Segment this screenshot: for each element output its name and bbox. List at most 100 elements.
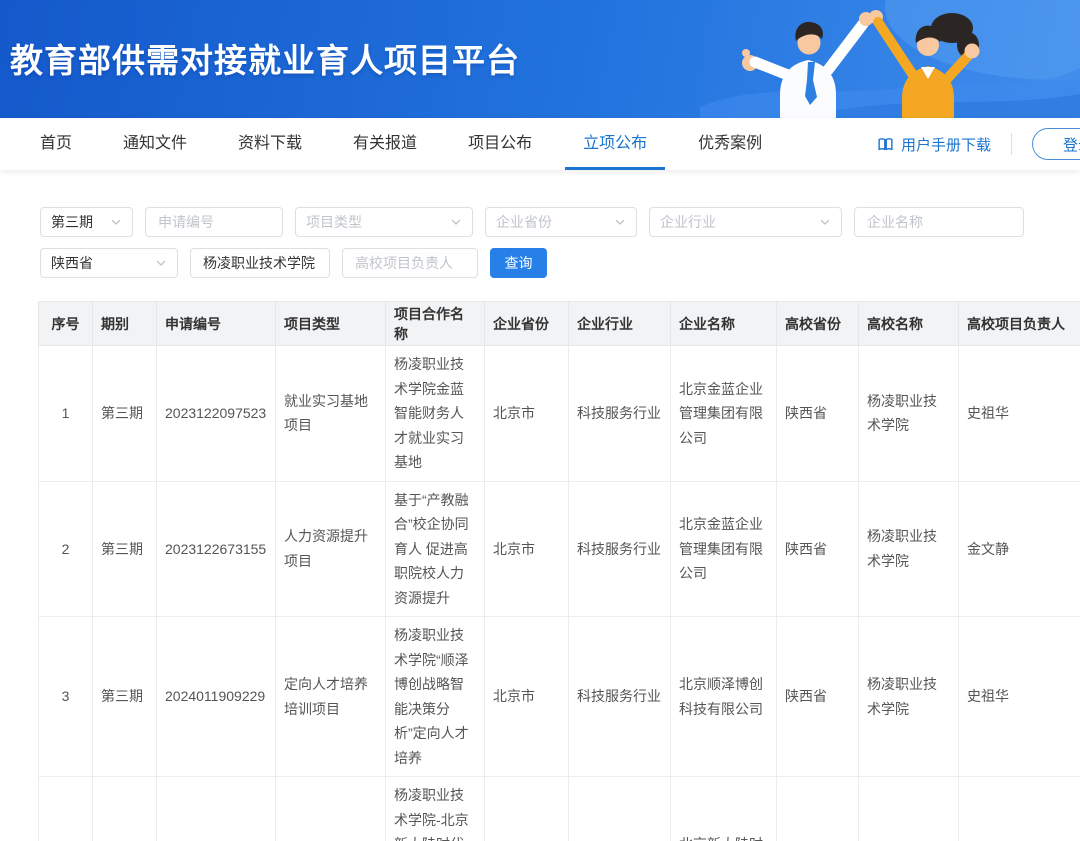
column-header: 企业名称: [671, 302, 777, 346]
table-cell: 北京市: [485, 346, 569, 482]
nav-item-approval-announce[interactable]: 立项公布: [583, 118, 647, 170]
chevron-down-icon: [614, 216, 626, 228]
results-table: 序号期别申请编号项目类型项目合作名称企业省份企业行业企业名称高校省份高校名称高校…: [38, 301, 1080, 841]
table-cell: 杨凌职业技术学院: [859, 481, 959, 617]
column-header: 高校项目负责人: [959, 302, 1080, 346]
table-cell: 杨凌职业技术学院: [859, 346, 959, 482]
main-nav: 首页 通知文件 资料下载 有关报道 项目公布 立项公布 优秀案例 用户手册下载 …: [0, 118, 1080, 170]
chevron-down-icon: [819, 216, 831, 228]
table-cell: 陕西省: [777, 777, 859, 841]
login-button[interactable]: 登录: [1032, 128, 1080, 160]
highfive-illustration: [700, 0, 1080, 118]
table-cell: 2024011909229: [157, 617, 276, 777]
school-name-input[interactable]: [190, 248, 330, 278]
table-cell: 陕西省: [777, 346, 859, 482]
company-industry-placeholder: 企业行业: [660, 212, 716, 232]
table-cell: 定向人才培养培训项目: [276, 617, 386, 777]
table-cell: 杨凌职业技术学院-北京新大陆时代科技有限公司物联网及人工智能方向人才培养: [386, 777, 485, 841]
table-cell: 北京市: [485, 481, 569, 617]
table-cell: 杨凌职业技术学院: [859, 777, 959, 841]
header-banner: 教育部供需对接就业育人项目平台: [0, 0, 1080, 118]
company-name-input[interactable]: [854, 207, 1024, 237]
nav-right-actions: 用户手册下载 登录: [877, 128, 1080, 160]
cell-index: 4: [39, 777, 93, 841]
table-cell: 人力资源提升项目: [276, 481, 386, 617]
table-cell: 北京顺泽博创科技有限公司: [671, 617, 777, 777]
nav-item-downloads[interactable]: 资料下载: [238, 118, 302, 170]
table-cell: 2023122097523: [157, 346, 276, 482]
school-leader-input[interactable]: [342, 248, 478, 278]
project-type-select[interactable]: 项目类型: [295, 207, 473, 237]
period-select-value: 第三期: [51, 212, 93, 232]
period-select[interactable]: 第三期: [40, 207, 133, 237]
table-cell: 第三期: [93, 481, 157, 617]
table-cell: 金文静: [959, 481, 1080, 617]
table-cell: 第三期: [93, 777, 157, 841]
table-cell: 史祖华: [959, 346, 1080, 482]
table-header-row: 序号期别申请编号项目类型项目合作名称企业省份企业行业企业名称高校省份高校名称高校…: [39, 302, 1080, 346]
column-header: 企业行业: [569, 302, 671, 346]
nav-item-reports[interactable]: 有关报道: [353, 118, 417, 170]
table-row: 4第三期2023122905190定向人才培养培训项目杨凌职业技术学院-北京新大…: [39, 777, 1080, 841]
table-cell: 科技服务行业: [569, 346, 671, 482]
column-header: 高校名称: [859, 302, 959, 346]
column-header: 项目合作名称: [386, 302, 485, 346]
table-cell: 科技服务行业: [569, 481, 671, 617]
table-cell: 第三期: [93, 617, 157, 777]
table-cell: 杨凌职业技术学院金蓝智能财务人才就业实习基地: [386, 346, 485, 482]
column-header: 申请编号: [157, 302, 276, 346]
book-icon: [877, 136, 894, 153]
nav-item-excellent-cases[interactable]: 优秀案例: [698, 118, 762, 170]
chevron-down-icon: [450, 216, 462, 228]
results-table-wrap: 序号期别申请编号项目类型项目合作名称企业省份企业行业企业名称高校省份高校名称高校…: [38, 301, 1080, 841]
search-button[interactable]: 查询: [490, 248, 547, 278]
school-province-value: 陕西省: [51, 253, 93, 273]
page-title: 教育部供需对接就业育人项目平台: [10, 34, 520, 82]
user-manual-label: 用户手册下载: [901, 134, 991, 155]
table-cell: 北京新大陆时代科技有限公司: [671, 777, 777, 841]
filter-row-1: 第三期 项目类型 企业省份 企业行业: [40, 207, 1080, 237]
table-cell: 定向人才培养培训项目: [276, 777, 386, 841]
table-cell: 杨凌职业技术学院“顺泽博创战略智能决策分析”定向人才培养: [386, 617, 485, 777]
cell-index: 1: [39, 346, 93, 482]
table-cell: 福建省: [485, 777, 569, 841]
table-cell: 基于“产教融合”校企协同育人 促进高职院校人力资源提升: [386, 481, 485, 617]
company-province-select[interactable]: 企业省份: [485, 207, 637, 237]
company-province-placeholder: 企业省份: [496, 212, 552, 232]
table-row: 1第三期2023122097523就业实习基地项目杨凌职业技术学院金蓝智能财务人…: [39, 346, 1080, 482]
user-manual-link[interactable]: 用户手册下载: [877, 134, 991, 155]
company-industry-select[interactable]: 企业行业: [649, 207, 842, 237]
nav-item-notices[interactable]: 通知文件: [123, 118, 187, 170]
main-content: 第三期 项目类型 企业省份 企业行业 陕西省: [0, 170, 1080, 841]
column-header: 序号: [39, 302, 93, 346]
column-header: 企业省份: [485, 302, 569, 346]
nav-tabs: 首页 通知文件 资料下载 有关报道 项目公布 立项公布 优秀案例: [40, 118, 762, 170]
table-cell: 第三期: [93, 346, 157, 482]
table-cell: 就业实习基地项目: [276, 346, 386, 482]
cell-index: 2: [39, 481, 93, 617]
table-cell: 陕西省: [777, 481, 859, 617]
filter-row-2: 陕西省 查询: [40, 248, 1080, 278]
table-cell: 北京金蓝企业管理集团有限公司: [671, 346, 777, 482]
table-row: 3第三期2024011909229定向人才培养培训项目杨凌职业技术学院“顺泽博创…: [39, 617, 1080, 777]
table-cell: 北京市: [485, 617, 569, 777]
nav-divider: [1011, 133, 1012, 155]
project-type-placeholder: 项目类型: [306, 212, 362, 232]
chevron-down-icon: [155, 257, 167, 269]
table-cell: 科技服务行业: [569, 777, 671, 841]
apply-no-input[interactable]: [145, 207, 283, 237]
table-row: 2第三期2023122673155人力资源提升项目基于“产教融合”校企协同育人 …: [39, 481, 1080, 617]
column-header: 高校省份: [777, 302, 859, 346]
table-cell: 科技服务行业: [569, 617, 671, 777]
table-cell: 2023122905190: [157, 777, 276, 841]
table-cell: 杨凌职业技术学院: [859, 617, 959, 777]
school-province-select[interactable]: 陕西省: [40, 248, 178, 278]
table-cell: 史祖华: [959, 617, 1080, 777]
column-header: 期别: [93, 302, 157, 346]
chevron-down-icon: [110, 216, 122, 228]
nav-item-project-announce[interactable]: 项目公布: [468, 118, 532, 170]
cell-index: 3: [39, 617, 93, 777]
column-header: 项目类型: [276, 302, 386, 346]
table-cell: 陕西省: [777, 617, 859, 777]
nav-item-home[interactable]: 首页: [40, 118, 72, 170]
